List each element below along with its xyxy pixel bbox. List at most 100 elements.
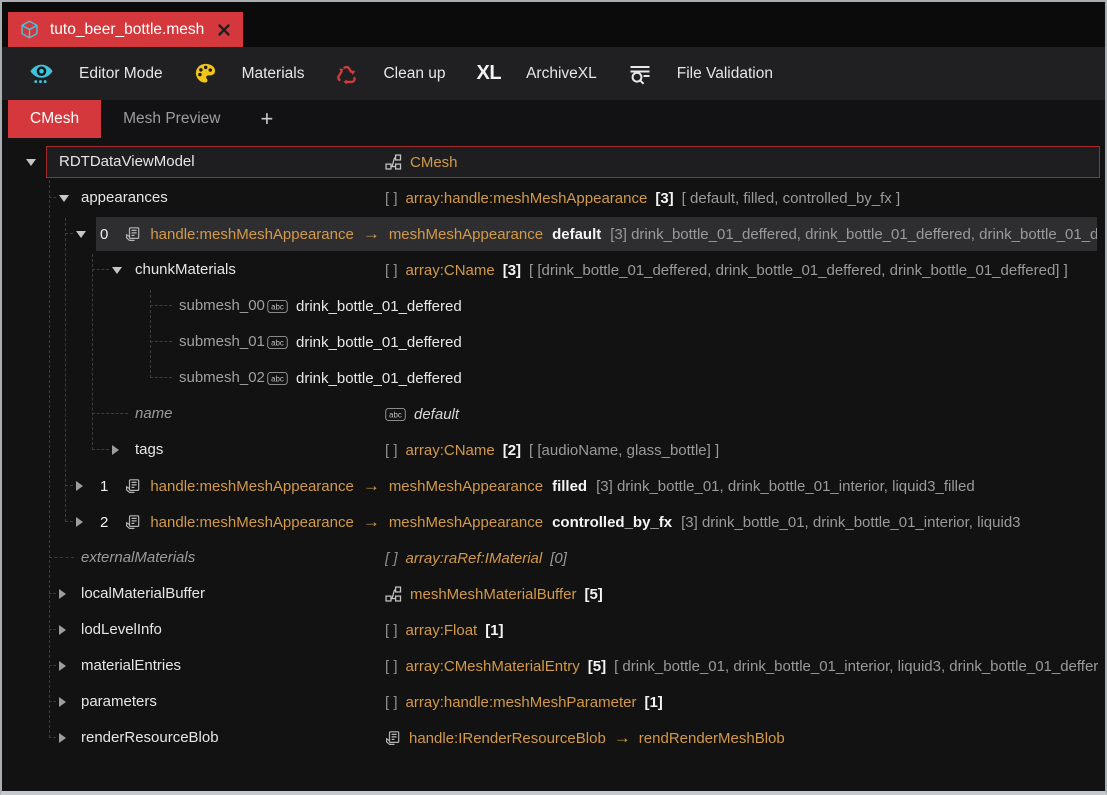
appearance-2-row[interactable]: 2handle:meshMeshAppearance→meshMeshAppea… bbox=[2, 504, 1105, 540]
caret-expanded-icon[interactable] bbox=[59, 195, 69, 202]
close-icon[interactable] bbox=[218, 24, 230, 36]
lod-level-info-value-seg: [ ] bbox=[385, 622, 398, 639]
submesh-00-label: submesh_00 bbox=[179, 288, 265, 324]
tags-value-seg: [ [audioName, glass_bottle] ] bbox=[529, 442, 719, 459]
node-icon bbox=[385, 586, 402, 603]
editor-mode-button[interactable]: Editor Mode bbox=[29, 63, 163, 84]
tree-guide-stub bbox=[92, 413, 128, 414]
add-tab-button[interactable]: + bbox=[242, 100, 291, 138]
appearance-1-row[interactable]: 1handle:meshMeshAppearance→meshMeshAppea… bbox=[2, 468, 1105, 504]
materials-label: Materials bbox=[242, 65, 305, 83]
caret-collapsed-icon[interactable] bbox=[76, 517, 83, 527]
svg-text:abc: abc bbox=[271, 374, 284, 383]
tree-guide-stub bbox=[92, 269, 109, 270]
appearance-name-label: name bbox=[135, 396, 173, 432]
abc-icon: abc bbox=[267, 300, 288, 313]
lod-level-info-value-seg: array:Float bbox=[406, 622, 478, 639]
lod-level-info-value-seg: [1] bbox=[485, 622, 503, 639]
document-tab[interactable]: tuto_beer_bottle.mesh bbox=[8, 12, 243, 47]
handle-icon bbox=[125, 226, 141, 242]
tree-guide-stub bbox=[65, 485, 73, 486]
material-entries-row[interactable]: materialEntries[ ]array:CMeshMaterialEnt… bbox=[2, 648, 1105, 684]
submesh-02-value: abcdrink_bottle_01_deffered bbox=[267, 360, 1099, 396]
parameters-value-seg: array:handle:meshMeshParameter bbox=[406, 694, 637, 711]
caret-collapsed-icon[interactable] bbox=[59, 625, 66, 635]
clean-up-button[interactable]: Clean up bbox=[335, 62, 445, 85]
eye-icon bbox=[29, 63, 54, 84]
appearance-0-row[interactable]: 0handle:meshMeshAppearance→meshMeshAppea… bbox=[2, 216, 1105, 252]
render-resource-blob-label: renderResourceBlob bbox=[81, 720, 219, 756]
submesh-01-label: submesh_01 bbox=[179, 324, 265, 360]
main-toolbar: Editor Mode Materials Clean up XL Archiv… bbox=[2, 47, 1105, 100]
appearance-0-value-seg: meshMeshAppearance bbox=[389, 226, 543, 243]
rdt-data-view-model-value: CMesh bbox=[385, 144, 1099, 180]
parameters-row[interactable]: parameters[ ]array:handle:meshMeshParame… bbox=[2, 684, 1105, 720]
caret-collapsed-icon[interactable] bbox=[59, 661, 66, 671]
lod-level-info-row[interactable]: lodLevelInfo [ ] array:Float [1] bbox=[2, 612, 1105, 648]
caret-collapsed-icon[interactable] bbox=[59, 697, 66, 707]
submesh-00-row[interactable]: submesh_00abcdrink_bottle_01_deffered bbox=[2, 288, 1105, 324]
caret-collapsed-icon[interactable] bbox=[59, 589, 66, 599]
caret-expanded-icon[interactable] bbox=[112, 267, 122, 274]
handle-icon bbox=[385, 730, 401, 746]
tab-mesh-preview[interactable]: Mesh Preview bbox=[101, 100, 242, 138]
archivexl-button[interactable]: XL ArchiveXL bbox=[477, 62, 597, 85]
caret-collapsed-icon[interactable] bbox=[112, 445, 119, 455]
rdt-data-view-model-row[interactable]: RDTDataViewModelCMesh bbox=[2, 144, 1105, 180]
editor-mode-label: Editor Mode bbox=[79, 65, 163, 83]
submesh-01-value: abcdrink_bottle_01_deffered bbox=[267, 324, 1099, 360]
file-validation-button[interactable]: File Validation bbox=[628, 62, 773, 86]
submesh-00-value: abcdrink_bottle_01_deffered bbox=[267, 288, 1099, 324]
tree-guide-stub bbox=[65, 233, 73, 234]
tree-guide-line bbox=[150, 290, 151, 378]
caret-expanded-icon[interactable] bbox=[26, 159, 36, 166]
appearances-value: [ ]array:handle:meshMeshAppearance[3][ d… bbox=[385, 180, 1099, 216]
appearance-2-value-seg: [3] drink_bottle_01, drink_bottle_01_int… bbox=[681, 514, 1020, 531]
chunk-materials-value-seg: [3] bbox=[503, 262, 521, 279]
external-materials-value-seg: array:raRef:IMaterial bbox=[406, 550, 543, 567]
appearance-name-value-seg: default bbox=[414, 406, 459, 423]
tags-row[interactable]: tags[ ]array:CName[2][ [audioName, glass… bbox=[2, 432, 1105, 468]
tree-guide-stub bbox=[49, 737, 56, 738]
tree-guide-line bbox=[65, 218, 66, 522]
caret-expanded-icon[interactable] bbox=[76, 231, 86, 238]
caret-collapsed-icon[interactable] bbox=[76, 481, 83, 491]
chunk-materials-row[interactable]: chunkMaterials[ ]array:CName[3][ [drink_… bbox=[2, 252, 1105, 288]
lod-level-info-label: lodLevelInfo bbox=[81, 612, 162, 648]
external-materials-label: externalMaterials bbox=[81, 540, 195, 576]
material-entries-value-seg: [5] bbox=[588, 658, 606, 675]
tree-guide-stub bbox=[49, 665, 56, 666]
appearance-1-value-seg: → bbox=[363, 476, 380, 496]
svg-text:abc: abc bbox=[271, 338, 284, 347]
caret-collapsed-icon[interactable] bbox=[59, 733, 66, 743]
parameters-value-seg: [ ] bbox=[385, 694, 398, 711]
view-tab-bar: CMesh Mesh Preview + bbox=[2, 100, 1105, 138]
submesh-02-row[interactable]: submesh_02abcdrink_bottle_01_deffered bbox=[2, 360, 1105, 396]
external-materials-value-seg: [0] bbox=[550, 550, 567, 567]
tree-guide-stub bbox=[150, 341, 172, 342]
tree-guide-line bbox=[49, 180, 50, 738]
mesh-cube-icon bbox=[19, 19, 40, 40]
appearance-0-value-seg: → bbox=[363, 224, 380, 244]
appearances-row[interactable]: appearances[ ]array:handle:meshMeshAppea… bbox=[2, 180, 1105, 216]
tab-cmesh[interactable]: CMesh bbox=[8, 100, 101, 138]
local-material-buffer-row[interactable]: localMaterialBuffermeshMeshMaterialBuffe… bbox=[2, 576, 1105, 612]
external-materials-value-seg: [ ] bbox=[385, 550, 398, 567]
appearance-0-label: 0 bbox=[100, 226, 108, 243]
node-icon bbox=[385, 154, 402, 171]
appearance-2-value-seg: handle:meshMeshAppearance bbox=[150, 514, 353, 531]
wolvenkit-window: tuto_beer_bottle.mesh Editor Mode Materi… bbox=[0, 0, 1107, 795]
external-materials-row[interactable]: externalMaterials [ ] array:raRef:IMateria… bbox=[2, 540, 1105, 576]
external-materials-value: [ ] array:raRef:IMaterial [0] bbox=[385, 540, 1099, 576]
material-entries-value: [ ]array:CMeshMaterialEntry[5][ drink_bo… bbox=[385, 648, 1099, 684]
appearance-name-row[interactable]: nameabcdefault bbox=[2, 396, 1105, 432]
materials-button[interactable]: Materials bbox=[194, 62, 305, 85]
recycle-icon bbox=[335, 62, 358, 85]
render-resource-blob-row[interactable]: renderResourceBlobhandle:IRenderResource… bbox=[2, 720, 1105, 756]
tree-guide-stub bbox=[150, 305, 172, 306]
abc-icon: abc bbox=[267, 336, 288, 349]
archivexl-label: ArchiveXL bbox=[526, 65, 597, 83]
tree-guide-stub bbox=[92, 449, 109, 450]
rdt-data-view-model-value-seg: CMesh bbox=[410, 154, 458, 171]
submesh-01-row[interactable]: submesh_01abcdrink_bottle_01_deffered bbox=[2, 324, 1105, 360]
